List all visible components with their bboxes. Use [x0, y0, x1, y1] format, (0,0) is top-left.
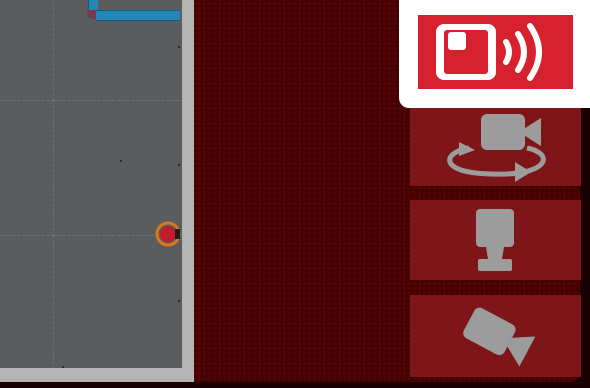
follow-camera-button[interactable]: [410, 295, 581, 377]
camera-orbit-icon: [446, 114, 546, 182]
wall-segment: [96, 10, 180, 21]
wall-corner: [87, 10, 96, 19]
orbit-camera-button[interactable]: [410, 108, 581, 186]
camera-sensor-button[interactable]: [418, 15, 573, 89]
floor-marker: [178, 46, 180, 48]
camera-sensor-signal-icon: [435, 23, 542, 81]
floor-marker: [178, 300, 180, 302]
floor-tile: [53, 235, 182, 368]
floor-marker: [62, 366, 64, 368]
floor-marker: [178, 164, 180, 166]
floor-tile: [0, 100, 54, 236]
camera-topdown-icon: [475, 209, 514, 271]
robot-sensor: [175, 229, 180, 239]
floor-marker: [120, 160, 122, 162]
robot-body: [160, 226, 176, 242]
floor-tile: [0, 0, 54, 101]
arena-floor[interactable]: [0, 0, 182, 368]
top-down-camera-button[interactable]: [410, 200, 581, 280]
video-camera-icon: [462, 307, 535, 367]
floor-tile: [53, 100, 182, 236]
camera-sensor-card: [399, 0, 590, 108]
robot[interactable]: [154, 220, 182, 248]
arena-floor-border: [0, 0, 194, 382]
floor-tile: [0, 235, 54, 368]
viewport: [0, 0, 590, 388]
